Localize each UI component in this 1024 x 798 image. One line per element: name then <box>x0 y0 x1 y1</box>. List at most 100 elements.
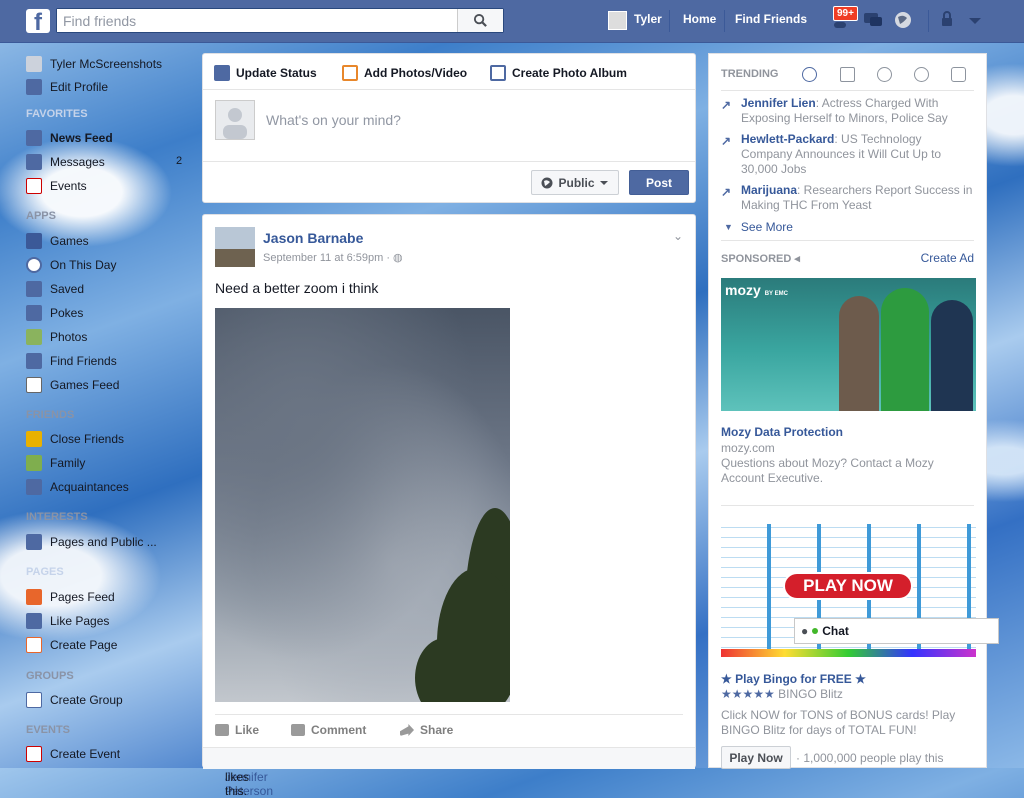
sidebar-item-acquaintances[interactable]: Acquaintances <box>26 479 129 495</box>
sidebar-item-create-page[interactable]: Create Page <box>26 637 117 653</box>
sidebar-item-news-feed[interactable]: News Feed <box>26 130 113 146</box>
account-menu-chevron-down-icon[interactable] <box>964 10 986 30</box>
see-more-label: See More <box>740 220 793 234</box>
trending-arrow-icon: ↗ <box>721 98 732 112</box>
sidebar-item-like-pages[interactable]: Like Pages <box>26 613 109 629</box>
sidebar-item-label: On This Day <box>50 258 117 272</box>
sidebar-item-messages[interactable]: Messages <box>26 154 105 170</box>
sidebar-item-find-friends[interactable]: Find Friends <box>26 353 117 369</box>
poke-icon <box>26 305 42 321</box>
play-now-button[interactable]: Play Now <box>721 746 791 769</box>
trending-item[interactable]: ↗ Marijuana: Researchers Report Success … <box>721 183 976 213</box>
sidebar-item-create-group[interactable]: Create Group <box>26 692 123 708</box>
tab-label: Update Status <box>236 66 317 80</box>
status-input[interactable]: What's on your mind? <box>266 112 401 128</box>
sports-ball-icon[interactable] <box>914 67 929 82</box>
sidebar-item-close-friends[interactable]: Close Friends <box>26 431 124 447</box>
share-arrow-icon <box>400 724 414 736</box>
clock-icon <box>26 257 42 273</box>
sidebar-item-label: Saved <box>50 282 85 296</box>
trending-item[interactable]: ↗ Hewlett-Packard: US Technology Company… <box>721 132 976 177</box>
sidebar-item-on-this-day[interactable]: On This Day <box>26 257 116 273</box>
home-link[interactable]: Home <box>683 12 716 26</box>
app-name: BINGO Blitz <box>778 687 843 701</box>
likes-suffix: likes this. <box>225 770 250 798</box>
ad-title[interactable]: ★ Play Bingo for FREE ★ <box>721 672 866 686</box>
megaphone-icon: ◂ <box>794 253 800 265</box>
trending-arrow-icon: ↗ <box>721 134 732 148</box>
entertainment-camera-icon[interactable] <box>951 67 966 82</box>
sidebar-item-events[interactable]: Events <box>26 178 87 194</box>
sidebar-item-label: Photos <box>50 330 88 344</box>
composer-avatar <box>215 100 255 140</box>
audience-selector[interactable]: Public <box>531 170 619 195</box>
sidebar-item-pages-public[interactable]: Pages and Public ... <box>26 534 157 550</box>
person-silhouette <box>931 300 973 411</box>
ad-domain[interactable]: mozy.com <box>721 441 775 455</box>
globe-notifications-icon[interactable] <box>892 10 914 30</box>
ad-title[interactable]: Mozy Data Protection <box>721 425 843 439</box>
sidebar-item-profile[interactable]: Tyler McScreenshots <box>26 56 162 72</box>
facebook-logo-icon[interactable]: f <box>26 9 50 36</box>
top-bar: f Tyler Home Find Friends 99+ <box>0 0 1024 43</box>
profile-avatar-icon <box>26 56 42 72</box>
create-ad-link[interactable]: Create Ad <box>921 251 974 265</box>
trending-text: Hewlett-Packard: US Technology Company A… <box>721 132 976 177</box>
interests-list-icon <box>26 534 42 550</box>
post-button[interactable]: Post <box>629 170 689 195</box>
thumbs-up-icon <box>26 613 42 629</box>
politics-icon[interactable] <box>840 67 855 82</box>
search-input[interactable] <box>57 9 457 32</box>
sidebar-item-label: Games <box>50 234 89 248</box>
sidebar-item-edit-profile[interactable]: Edit Profile <box>26 79 108 95</box>
sidebar-item-create-event[interactable]: Create Event <box>26 746 120 762</box>
trending-top-icon[interactable] <box>802 67 817 82</box>
trending-text: Jennifer Lien: Actress Charged With Expo… <box>721 96 976 126</box>
mozy-ad-image[interactable]: mozy BY EMC <box>721 278 976 411</box>
sidebar-item-label: Like Pages <box>50 614 110 628</box>
search-bar[interactable] <box>56 8 504 33</box>
like-button[interactable]: Like <box>215 723 259 737</box>
trending-text: Marijuana: Researchers Report Success in… <box>721 183 976 213</box>
divider <box>203 161 695 162</box>
sidebar-item-pages-feed[interactable]: Pages Feed <box>26 589 115 605</box>
ad-body: Questions about Mozy? Contact a Mozy Acc… <box>721 456 934 485</box>
profile-link[interactable]: Tyler <box>634 12 662 26</box>
sidebar-item-games[interactable]: Games <box>26 233 89 249</box>
sidebar-item-label: Games Feed <box>50 378 120 392</box>
post-options-chevron-down-icon[interactable]: ⌄ <box>673 229 683 243</box>
post-timestamp[interactable]: September 11 at 6:59pm · ◍ <box>263 251 403 264</box>
privacy-shortcuts-icon[interactable] <box>938 10 960 30</box>
share-button[interactable]: Share <box>400 723 453 737</box>
chat-bar[interactable]: ● Chat <box>794 618 999 644</box>
sidebar-item-saved[interactable]: Saved <box>26 281 84 297</box>
person-silhouette <box>839 296 879 411</box>
user-avatar[interactable] <box>608 11 627 30</box>
sidebar-item-family[interactable]: Family <box>26 455 85 471</box>
globe-icon <box>541 177 553 188</box>
trending-item[interactable]: ↗ Jennifer Lien: Actress Charged With Ex… <box>721 96 976 126</box>
post-photo[interactable] <box>215 308 510 702</box>
author-name[interactable]: Jason Barnabe <box>263 230 363 246</box>
sidebar-item-label: News Feed <box>50 131 113 145</box>
science-gear-icon[interactable] <box>877 67 892 82</box>
search-button[interactable] <box>457 9 503 32</box>
sidebar-item-label: Family <box>50 456 86 470</box>
audience-label: Public <box>558 175 595 190</box>
sidebar-item-pokes[interactable]: Pokes <box>26 305 83 321</box>
tab-add-photos[interactable]: Add Photos/Video <box>342 65 467 81</box>
find-friends-link[interactable]: Find Friends <box>735 12 807 26</box>
sidebar-item-games-feed[interactable]: Games Feed <box>26 377 119 393</box>
messages-icon <box>26 154 42 170</box>
divider <box>203 89 695 90</box>
see-more-link[interactable]: ▼ See More <box>724 220 793 234</box>
chat-person-icon: ● <box>801 624 809 638</box>
sidebar-item-photos[interactable]: Photos <box>26 329 87 345</box>
messages-icon[interactable] <box>862 10 884 30</box>
tab-create-album[interactable]: Create Photo Album <box>490 65 627 81</box>
author-avatar[interactable] <box>215 227 255 267</box>
comment-button[interactable]: Comment <box>291 723 366 737</box>
tab-update-status[interactable]: Update Status <box>214 65 317 81</box>
comment-label: Comment <box>311 723 367 737</box>
like-label: Like <box>235 723 260 737</box>
